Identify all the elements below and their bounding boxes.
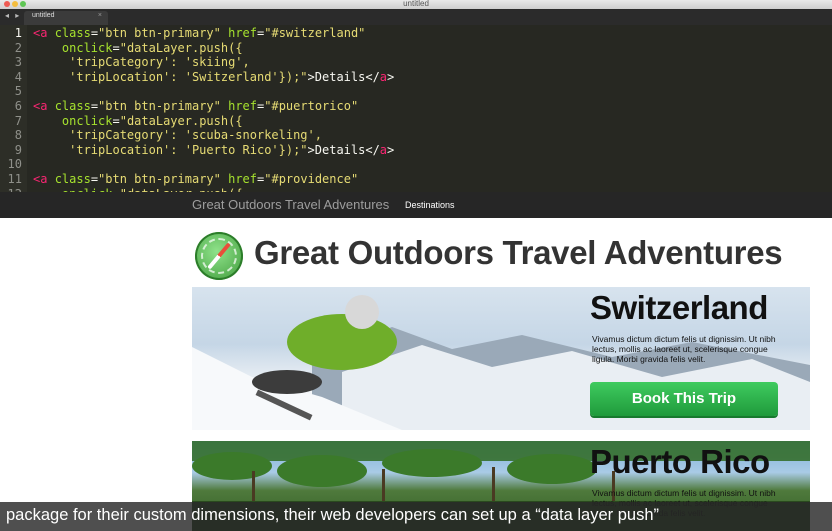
page-title: Great Outdoors Travel Adventures (254, 234, 783, 271)
line-number: 1 (14, 26, 22, 40)
code-editor[interactable]: 1 <a class="btn btn-primary" href="#switz… (0, 25, 832, 192)
code-line[interactable]: 3 'tripCategory': 'skiing', (0, 55, 832, 70)
code-token: class (54, 99, 91, 113)
code-text: 'tripCategory': 'skiing', (33, 55, 250, 70)
code-line[interactable]: 8 'tripCategory': 'scuba-snorkeling', (0, 128, 832, 143)
video-caption: package for their custom dimensions, the… (6, 506, 660, 524)
code-token: href (228, 99, 258, 113)
code-token: class (54, 172, 91, 186)
line-number: 8 (14, 128, 22, 143)
code-line[interactable]: 7 onclick="dataLayer.push({ (0, 114, 832, 129)
code-token: > (387, 69, 395, 84)
code-token: 'tripLocation': 'Puerto Rico'});" (33, 142, 308, 157)
code-token: >Details</ (307, 69, 380, 84)
video-caption-bar: package for their custom dimensions, the… (0, 502, 832, 531)
code-token: a (379, 142, 388, 157)
line-number: 4 (14, 69, 22, 84)
line-number: 11 (7, 172, 22, 186)
code-text: 'tripCategory': 'scuba-snorkeling', (33, 128, 322, 143)
tab-label: untitled (32, 12, 55, 19)
code-text: <a class="btn btn-primary" href="#puerto… (33, 99, 358, 114)
code-token: = (112, 40, 120, 55)
navbar-brand-link[interactable]: Great Outdoors Travel Adventures (192, 197, 389, 212)
code-line[interactable]: 10 (0, 157, 832, 172)
book-trip-button[interactable]: Book This Trip (590, 382, 778, 416)
code-text: onclick="dataLayer.push({ (33, 114, 243, 129)
code-text: 'tripLocation': 'Switzerland'});">Detail… (33, 70, 394, 85)
window-title: untitled (403, 0, 429, 8)
code-token: 'tripCategory': 'skiing', (33, 55, 250, 70)
tab-untitled[interactable]: untitled × (24, 11, 108, 25)
code-line[interactable]: 4 'tripLocation': 'Switzerland'});">Deta… (0, 70, 832, 85)
line-number: 3 (14, 55, 22, 70)
trip-name: Switzerland (590, 289, 768, 326)
trip-description: Vivamus dictum dictum felis ut dignissim… (592, 334, 776, 364)
code-token: onclick (61, 113, 113, 128)
nav-destinations-link[interactable]: Destinations (405, 200, 455, 210)
code-token: = (112, 113, 120, 128)
trip-card-switzerland: Switzerland Vivamus dictum dictum felis … (192, 287, 810, 430)
code-token: "btn btn-primary" (98, 26, 221, 40)
code-line[interactable]: 9 'tripLocation': 'Puerto Rico'});">Deta… (0, 143, 832, 158)
line-number: 5 (14, 84, 22, 99)
tab-bar: ◂ ▸ untitled × (0, 9, 832, 26)
compass-logo-icon (195, 232, 243, 280)
code-token: "btn btn-primary" (98, 172, 221, 186)
line-number: 6 (14, 99, 22, 113)
code-token: "#switzerland" (264, 26, 366, 40)
code-token: "dataLayer.push({ (119, 113, 243, 128)
code-line[interactable]: 11 <a class="btn btn-primary" href="#prov… (0, 172, 832, 187)
code-text: 'tripLocation': 'Puerto Rico'});">Detail… (33, 143, 394, 158)
code-token: 'tripLocation': 'Switzerland'});" (33, 69, 308, 84)
code-line[interactable]: 1 <a class="btn btn-primary" href="#switz… (0, 26, 832, 41)
code-token: "#providence" (264, 172, 359, 186)
line-number: 10 (7, 157, 22, 172)
window-titlebar: untitled (0, 0, 832, 9)
code-text: <a class="btn btn-primary" href="#switze… (33, 26, 365, 41)
code-token: > (387, 142, 395, 157)
code-token: "dataLayer.push({ (119, 40, 243, 55)
code-text: onclick="dataLayer.push({ (33, 41, 243, 56)
code-token: <a (33, 26, 48, 40)
code-token: "btn btn-primary" (98, 99, 221, 113)
trip-name: Puerto Rico (590, 443, 770, 480)
code-token: = (90, 99, 99, 113)
tab-close-icon[interactable]: × (98, 12, 102, 19)
code-token: href (228, 26, 258, 40)
code-line[interactable]: 6 <a class="btn btn-primary" href="#puert… (0, 99, 832, 114)
code-text: <a class="btn btn-primary" href="#provid… (33, 172, 358, 187)
site-navbar: Great Outdoors Travel Adventures Destina… (0, 192, 832, 218)
code-token: >Details</ (307, 142, 380, 157)
code-token: = (90, 172, 99, 186)
code-line[interactable]: 5 (0, 84, 832, 99)
line-number: 2 (14, 40, 22, 55)
code-token: <a (33, 172, 48, 186)
code-token: "#puertorico" (264, 99, 359, 113)
code-token: href (228, 172, 258, 186)
code-token: onclick (61, 40, 113, 55)
tab-nav-arrows-icon[interactable]: ◂ ▸ (5, 11, 21, 20)
code-token: class (54, 26, 91, 40)
code-token: = (90, 26, 99, 40)
code-token: a (379, 69, 388, 84)
line-number: 7 (14, 113, 22, 128)
code-line[interactable]: 2 onclick="dataLayer.push({ (0, 41, 832, 56)
line-number: 9 (14, 142, 22, 157)
code-token: <a (33, 99, 48, 113)
code-token: 'tripCategory': 'scuba-snorkeling', (33, 128, 322, 143)
